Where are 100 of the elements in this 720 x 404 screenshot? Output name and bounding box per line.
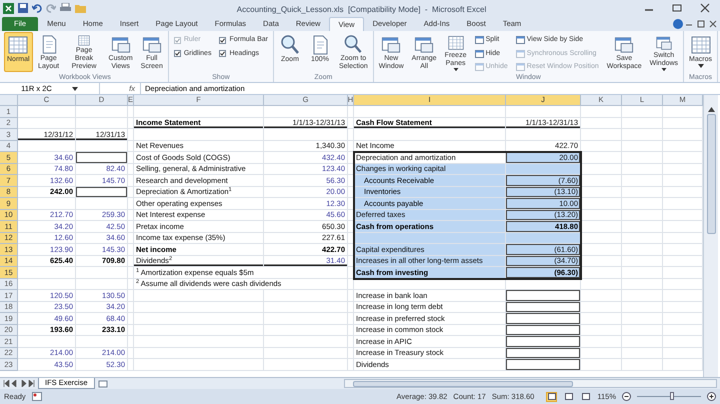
checkbox[interactable] [219,36,226,44]
spreadsheet-cell[interactable] [128,232,134,244]
spreadsheet-cell[interactable] [506,336,581,348]
spreadsheet-cell[interactable] [264,106,348,118]
spreadsheet-cell[interactable] [622,324,663,336]
spreadsheet-cell[interactable] [134,129,264,140]
spreadsheet-cell[interactable] [128,302,134,313]
spreadsheet-cell[interactable] [506,313,581,324]
spreadsheet-cell[interactable] [622,175,663,186]
spreadsheet-cell[interactable] [76,106,128,118]
record-macro-icon[interactable] [32,392,42,401]
spreadsheet-cell[interactable] [128,186,134,198]
spreadsheet-cell[interactable] [128,210,134,221]
spreadsheet-cell[interactable] [622,348,663,359]
zoom-slider-thumb[interactable] [670,392,674,400]
printer-icon[interactable] [60,3,71,13]
spreadsheet-cell[interactable] [134,336,264,348]
folder-icon[interactable] [75,4,86,12]
spreadsheet-cell[interactable] [128,313,134,324]
spreadsheet-cell[interactable] [581,336,622,348]
spreadsheet-cell[interactable] [622,256,663,267]
select-all-corner[interactable] [0,95,18,106]
spreadsheet-cell[interactable] [128,348,134,359]
spreadsheet-cell[interactable] [18,118,76,129]
spreadsheet-cell[interactable] [622,152,663,164]
spreadsheet-cell[interactable] [134,302,264,313]
spreadsheet-cell[interactable] [128,152,134,164]
spreadsheet-cell[interactable] [264,324,348,336]
spreadsheet-cell[interactable] [581,278,622,290]
spreadsheet-cell[interactable] [128,324,134,336]
spreadsheet-cell[interactable] [622,186,663,198]
spreadsheet-cell[interactable] [581,313,622,324]
spreadsheet-cell[interactable] [264,313,348,324]
spreadsheet-cell[interactable] [506,359,581,370]
spreadsheet-cell[interactable] [581,129,622,140]
help-icon[interactable] [673,19,683,29]
spreadsheet-cell[interactable] [348,324,354,336]
scroll-thumb[interactable] [706,114,716,234]
spreadsheet-cell[interactable] [128,106,134,118]
spreadsheet-cell[interactable] [581,348,622,359]
spreadsheet-cell[interactable] [18,106,76,118]
spreadsheet-cell[interactable] [622,210,663,221]
spreadsheet-cell[interactable] [581,221,622,232]
spreadsheet-cell[interactable] [128,244,134,256]
spreadsheet-cell[interactable] [622,129,663,140]
view-button[interactable] [563,392,574,402]
spreadsheet-cell[interactable] [76,152,128,164]
spreadsheet-cell[interactable] [128,175,134,186]
zoom-in-icon[interactable] [707,392,716,401]
spreadsheet-cell[interactable] [134,106,264,118]
spreadsheet-cell[interactable] [76,278,128,290]
spreadsheet-cell[interactable] [581,186,622,198]
spreadsheet-cell[interactable] [581,324,622,336]
spreadsheet-cell[interactable] [128,118,134,129]
spreadsheet-cell[interactable] [128,359,134,370]
zoom-out-icon[interactable] [622,392,631,401]
spreadsheet-cell[interactable] [348,313,354,324]
spreadsheet-cell[interactable] [506,348,581,359]
spreadsheet-cell[interactable] [506,290,581,302]
spreadsheet-cell[interactable] [348,290,354,302]
horizontal-scrollbar[interactable] [344,379,717,388]
spreadsheet-cell[interactable] [581,106,622,118]
spreadsheet-cell[interactable] [581,267,622,278]
spreadsheet-cell[interactable] [506,106,581,118]
checkbox[interactable] [219,50,226,58]
spreadsheet-cell[interactable] [76,118,128,129]
sheet-navigation-icon[interactable] [3,380,35,387]
spreadsheet-cell[interactable] [348,278,354,290]
spreadsheet-cell[interactable] [264,302,348,313]
spreadsheet-cell[interactable] [76,267,128,278]
spreadsheet-cell[interactable] [128,278,134,290]
spreadsheet-cell[interactable] [134,313,264,324]
spreadsheet-cell[interactable] [581,175,622,186]
spreadsheet-cell[interactable] [128,256,134,267]
spreadsheet-cell[interactable] [622,198,663,210]
spreadsheet-cell[interactable] [348,106,354,118]
spreadsheet-cell[interactable] [581,140,622,152]
spreadsheet-cell[interactable] [348,140,354,152]
spreadsheet-cell[interactable] [506,232,581,244]
spreadsheet-cell[interactable] [506,302,581,313]
spreadsheet-cell[interactable] [354,278,506,290]
spreadsheet-cell[interactable] [581,152,622,164]
spreadsheet-cell[interactable] [134,348,264,359]
spreadsheet-cell[interactable] [264,336,348,348]
spreadsheet-cell[interactable] [76,140,128,152]
spreadsheet-cell[interactable] [622,140,663,152]
spreadsheet-cell[interactable] [581,359,622,370]
spreadsheet-cell[interactable] [128,129,134,140]
spreadsheet-cell[interactable] [128,140,134,152]
spreadsheet-cell[interactable] [581,290,622,302]
spreadsheet-cell[interactable] [348,118,354,129]
spreadsheet-cell[interactable] [622,164,663,175]
spreadsheet-cell[interactable] [506,324,581,336]
spreadsheet-cell[interactable] [622,244,663,256]
spreadsheet-cell[interactable] [506,129,581,140]
spreadsheet-cell[interactable] [622,359,663,370]
spreadsheet-cell[interactable] [348,129,354,140]
insert-sheet-icon[interactable] [98,380,108,388]
spreadsheet-cell[interactable] [264,129,348,140]
spreadsheet-cell[interactable] [622,232,663,244]
